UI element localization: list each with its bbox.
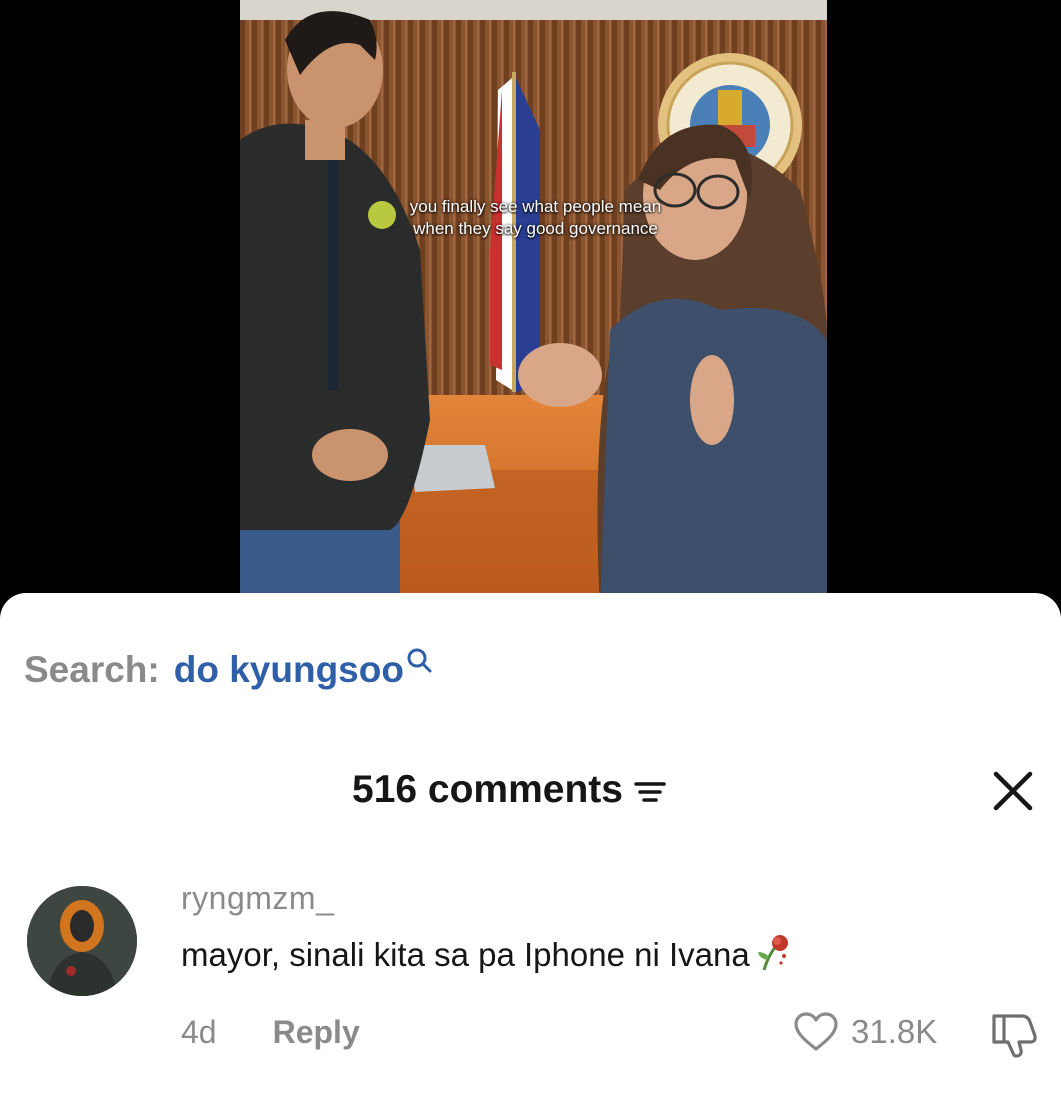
comment-item: ryngmzm_ mayor, sinali kita sa pa Iphone…: [0, 870, 1061, 1070]
like-count: 31.8K: [851, 1013, 938, 1050]
comment-time: 4d: [181, 1013, 217, 1050]
close-icon[interactable]: [992, 770, 1034, 812]
comment-body: mayor, sinali kita sa pa Iphone ni Ivana: [181, 935, 794, 974]
wilted-rose-icon: [757, 935, 788, 971]
filter-icon[interactable]: [633, 778, 667, 806]
comment-count: 516 comments: [352, 762, 667, 818]
dislike-icon[interactable]: [988, 1010, 1040, 1058]
search-term-link[interactable]: do kyungsoo: [174, 649, 404, 691]
comment-count-label: 516 comments: [352, 768, 623, 811]
comment-meta: 4d Reply: [181, 1010, 360, 1054]
comment-text: mayor, sinali kita sa pa Iphone ni Ivana: [181, 936, 750, 973]
video-player[interactable]: [240, 0, 827, 610]
heart-icon[interactable]: [793, 1011, 839, 1053]
search-suggestion[interactable]: Search: do kyungsoo: [24, 646, 434, 694]
avatar[interactable]: [27, 886, 137, 996]
video-frame: [240, 0, 827, 610]
video-caption: you finally see what people mean when th…: [409, 197, 662, 238]
like-button[interactable]: 31.8K: [793, 1010, 937, 1054]
app-root: you finally see what people mean when th…: [0, 0, 1061, 1100]
reply-button[interactable]: Reply: [273, 1014, 360, 1051]
search-icon[interactable]: [406, 647, 434, 675]
search-label: Search:: [24, 649, 160, 690]
comments-header: 516 comments: [0, 762, 1061, 818]
comment-username[interactable]: ryngmzm_: [181, 880, 334, 917]
